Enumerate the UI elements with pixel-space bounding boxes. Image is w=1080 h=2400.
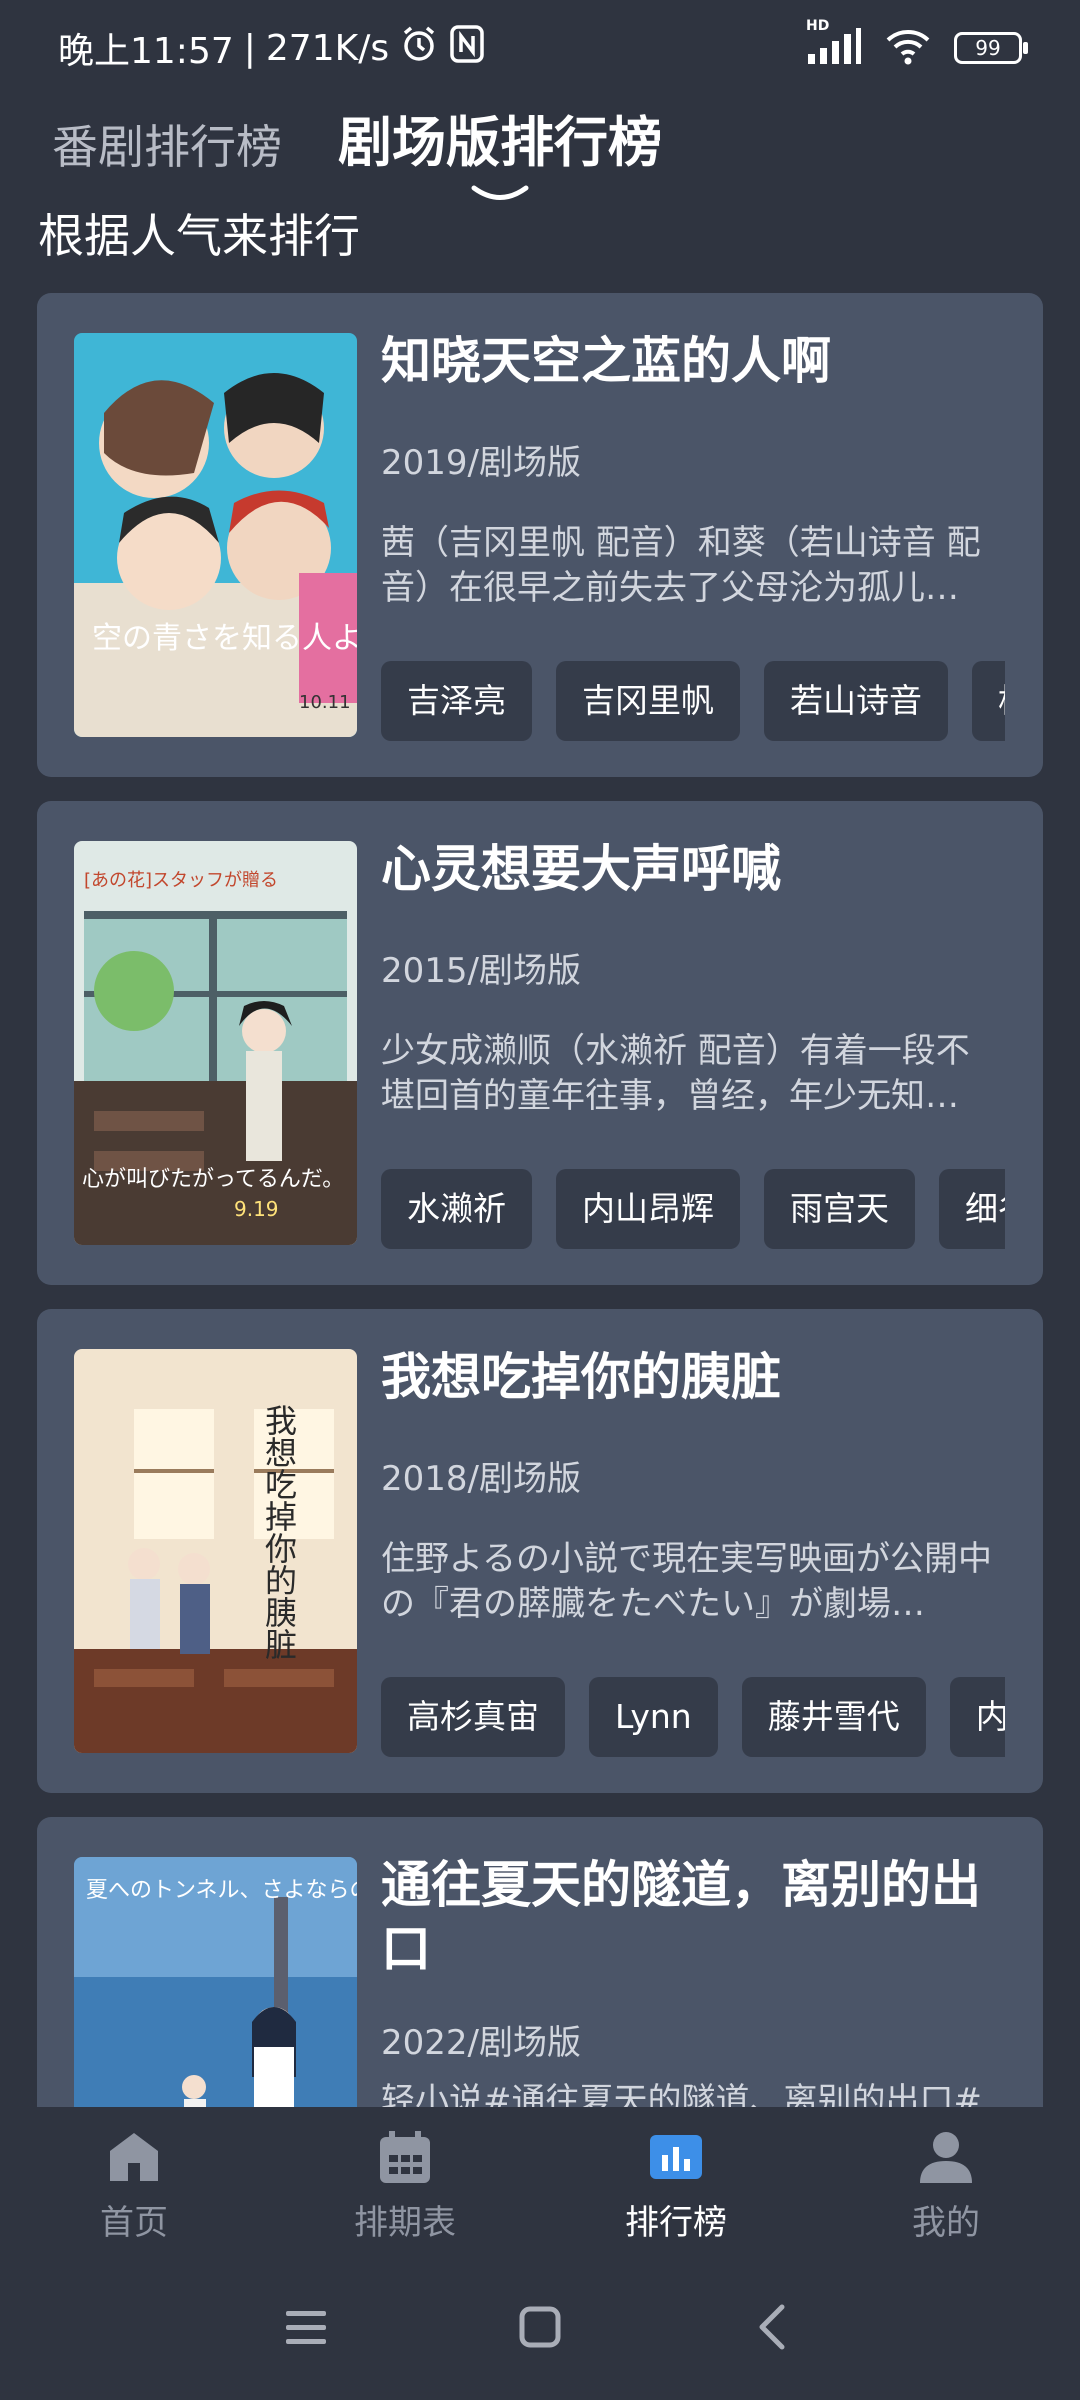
cast-tag[interactable]: 雨宫天 [764,1169,915,1249]
item-title[interactable]: 知晓天空之蓝的人啊 [381,329,1021,393]
user-icon [918,2129,974,2185]
poster-caption: 夏へのトンネル、さよならの出口 [86,1878,357,1903]
status-speed: 271K/s [265,27,390,69]
item-year-type: 2022/剧场版 [381,2023,581,2063]
nav-schedule-label: 排期表 [354,2203,456,2243]
tab-movie-ranking[interactable]: 剧场版排行榜 [338,98,662,200]
poster-caption: 心が叫びたがってるんだ。 [82,1167,344,1192]
nav-ranking[interactable]: 排行榜 [596,2129,756,2244]
list-item[interactable]: 我想吃掉你的胰脏 我想吃掉你的胰脏 2018/剧场版 住野よるの小説で現在実写映… [37,1309,1043,1793]
cast-tag[interactable]: Lynn [589,1677,718,1757]
ranking-tabs: 番剧排行榜 剧场版排行榜 [52,98,662,200]
cast-tag[interactable]: 高杉真宙 [381,1677,565,1757]
item-title[interactable]: 我想吃掉你的胰脏 [381,1345,1021,1409]
ranking-list[interactable]: 空の青さを知る人よ 10.11 知晓天空之蓝的人啊 2019/剧场版 茜（吉冈里… [37,293,1043,2107]
back-icon[interactable] [744,2297,804,2357]
poster-image[interactable]: 空の青さを知る人よ 10.11 [74,333,357,737]
nav-profile-label: 我的 [912,2203,980,2243]
status-right: HD 99 [806,18,1028,70]
nfc-icon [449,24,485,73]
cast-tag[interactable]: 内山昂辉 [556,1169,740,1249]
poster-image[interactable]: [あの花]スタッフが贈る 心が叫びたがってるんだ。 9.19 [74,841,357,1245]
svg-text:[あの花]スタッフが贈る: [あの花]スタッフが贈る [84,870,278,891]
status-time: 晚上11:57 [58,31,234,72]
cast-tags[interactable]: 高杉真宙 Lynn 藤井雪代内田 [381,1677,1005,1757]
list-item[interactable]: 夏へのトンネル、さよならの出口 通往夏天的隧道，离别的出口 2022/剧场版 轻… [37,1817,1043,2107]
poster-caption: 空の青さを知る人よ [92,621,357,656]
poster-caption: 我想吃掉你的胰脏 [260,1404,298,1660]
cast-tags[interactable]: 水濑祈内山昂辉雨宫天细谷 [381,1169,1005,1249]
item-description: 住野よるの小説で現在実写映画が公開中の『君の膵臓をたべたい』が劇場… [381,1539,992,1624]
status-left: 晚上11:57 | 271K/s [58,22,485,74]
nav-home-label: 首页 [100,2203,168,2243]
menu-icon[interactable] [276,2297,336,2357]
poster-image[interactable]: 我想吃掉你的胰脏 [74,1349,357,1753]
status-divider: | [243,27,256,69]
wifi-icon [884,26,932,70]
nav-schedule[interactable]: 排期表 [325,2129,485,2244]
item-title[interactable]: 心灵想要大声呼喊 [381,837,1021,901]
calendar-icon [377,2129,433,2185]
tab-anime-ranking[interactable]: 番剧排行榜 [52,111,282,177]
item-year-type: 2015/剧场版 [381,951,581,991]
cast-tag[interactable]: 藤井雪代 [741,1677,926,1757]
cast-tag[interactable]: 细谷 [939,1169,1005,1249]
list-item[interactable]: 空の青さを知る人よ 10.11 知晓天空之蓝的人啊 2019/剧场版 茜（吉冈里… [37,293,1043,777]
item-description: 茜（吉冈里帆 配音）和葵（若山诗音 配音）在很早之前失去了父母沦为孤儿… [381,523,981,608]
network-type: HD [806,18,830,34]
cast-tag[interactable]: 水濑祈 [381,1169,532,1249]
item-year-type: 2018/剧场版 [381,1459,581,1499]
alarm-icon [399,24,439,73]
status-bar: 晚上11:57 | 271K/s HD 99 [0,0,1080,96]
bottom-navigation: 首页 排期表 排行榜 我的 [0,2107,1080,2247]
bar-chart-icon [648,2129,704,2185]
item-year-type: 2019/剧场版 [381,443,581,483]
poster-date: 10.11 [299,692,351,713]
nav-ranking-label: 排行榜 [625,2203,727,2243]
nav-profile[interactable]: 我的 [866,2129,1026,2244]
battery-icon: 99 [954,32,1028,64]
home-icon [106,2129,162,2185]
poster-date: 9.19 [234,1197,279,1221]
list-item[interactable]: [あの花]スタッフが贈る 心が叫びたがってるんだ。 9.19 心灵想要大声呼喊 … [37,801,1043,1285]
poster-image[interactable]: 夏へのトンネル、さよならの出口 [74,1857,357,2107]
cast-tag[interactable]: 若山诗音 [764,661,948,741]
item-description: 少女成濑顺（水濑祈 配音）有着一段不堪回首的童年往事，曾经，年少无知… [381,1031,970,1116]
cast-tag[interactable]: 吉泽亮 [381,661,532,741]
ranking-subtitle: 根据人气来排行 [38,209,360,263]
cast-tag[interactable]: 松 [972,661,1005,741]
tab-movie-ranking-label: 剧场版排行榜 [338,111,662,174]
nav-home[interactable]: 首页 [54,2129,214,2244]
signal-icon: HD [806,18,862,70]
cast-tags[interactable]: 吉泽亮吉冈里帆若山诗音松 [381,661,1005,741]
item-description: 轻小说#通往夏天的隧道、离别的出口# [381,2081,982,2107]
item-title[interactable]: 通往夏天的隧道，离别的出口 [381,1853,1021,1981]
cast-tag[interactable]: 吉冈里帆 [556,661,740,741]
cast-tag[interactable]: 内田 [949,1677,1005,1757]
tab-indicator [471,185,529,200]
system-navigation [0,2247,1080,2400]
home-square-icon[interactable] [510,2297,570,2357]
